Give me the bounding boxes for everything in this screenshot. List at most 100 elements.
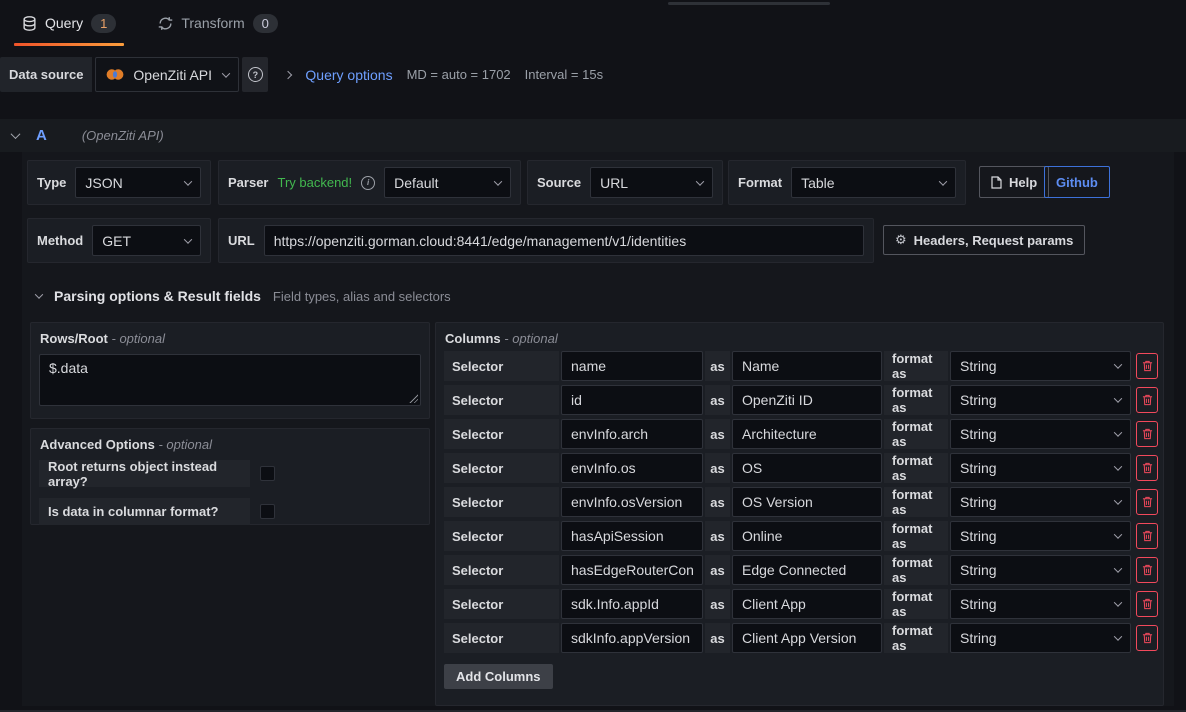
column-alias-input[interactable] — [732, 623, 882, 653]
root-returns-object-label: Root returns object instead array? — [39, 460, 250, 487]
column-alias-input[interactable] — [732, 555, 882, 585]
delete-column-button[interactable] — [1136, 523, 1158, 549]
github-button[interactable]: Github — [1044, 166, 1110, 198]
query-row-header[interactable]: A (OpenZiti API) — [0, 119, 1186, 152]
collapse-query-chevron-icon[interactable] — [11, 129, 21, 139]
transform-icon — [158, 16, 173, 31]
chevron-down-icon — [1114, 462, 1122, 470]
column-format-select[interactable]: String — [950, 589, 1131, 619]
column-format-select[interactable]: String — [950, 521, 1131, 551]
columns-optional: - optional — [504, 331, 557, 346]
column-selector-input[interactable] — [561, 623, 703, 653]
delete-column-button[interactable] — [1136, 421, 1158, 447]
method-select[interactable]: GET — [92, 225, 201, 256]
as-label: as — [705, 521, 730, 551]
columnar-format-label: Is data in columnar format? — [39, 498, 250, 525]
column-selector-input[interactable] — [561, 487, 703, 517]
columns-panel: Columns - optional Selector as format as… — [435, 322, 1164, 706]
selector-label: Selector — [444, 589, 559, 619]
document-icon — [991, 176, 1002, 189]
delete-column-button[interactable] — [1136, 557, 1158, 583]
rows-root-textarea[interactable]: $.data — [39, 354, 421, 406]
database-icon — [22, 16, 37, 31]
parser-field-panel: Parser Try backend! i Default — [218, 160, 521, 205]
selector-label: Selector — [444, 487, 559, 517]
query-count-badge: 1 — [91, 14, 116, 33]
column-selector-input[interactable] — [561, 555, 703, 585]
column-mapping-row: Selector as format as String — [444, 555, 1163, 585]
advanced-option-row: Root returns object instead array? — [39, 460, 421, 487]
column-selector-input[interactable] — [561, 419, 703, 449]
type-select[interactable]: JSON — [75, 167, 201, 198]
panel-resize-handle[interactable] — [668, 2, 830, 5]
format-select[interactable]: Table — [791, 167, 956, 198]
column-format-select[interactable]: String — [950, 623, 1131, 653]
column-format-select[interactable]: String — [950, 487, 1131, 517]
help-button[interactable]: Help — [979, 166, 1049, 198]
column-mapping-row: Selector as format as String — [444, 521, 1163, 551]
parser-select[interactable]: Default — [384, 167, 511, 198]
column-selector-input[interactable] — [561, 453, 703, 483]
columns-label: Columns — [445, 331, 501, 346]
headers-request-params-button[interactable]: ⚙ Headers, Request params — [883, 225, 1085, 255]
trash-icon — [1142, 598, 1153, 610]
selector-label: Selector — [444, 453, 559, 483]
as-label: as — [705, 351, 730, 381]
column-selector-input[interactable] — [561, 589, 703, 619]
parsing-section-header: Parsing options & Result fields Field ty… — [36, 288, 451, 304]
tab-transform[interactable]: Transform 0 — [150, 0, 286, 46]
delete-column-button[interactable] — [1136, 455, 1158, 481]
url-field-panel: URL — [218, 218, 874, 263]
format-as-label: format as — [884, 521, 948, 551]
url-input[interactable] — [264, 225, 864, 256]
selector-label: Selector — [444, 385, 559, 415]
column-alias-input[interactable] — [732, 521, 882, 551]
column-alias-input[interactable] — [732, 453, 882, 483]
column-format-select[interactable]: String — [950, 419, 1131, 449]
type-field-panel: Type JSON — [27, 160, 211, 205]
datasource-picker[interactable]: OpenZiti API — [95, 57, 239, 92]
rows-root-optional: - optional — [112, 331, 165, 346]
delete-column-button[interactable] — [1136, 353, 1158, 379]
delete-column-button[interactable] — [1136, 489, 1158, 515]
column-alias-input[interactable] — [732, 351, 882, 381]
tab-query-label: Query — [45, 15, 83, 31]
query-options-toggle[interactable]: Query options — [305, 67, 392, 83]
delete-column-button[interactable] — [1136, 387, 1158, 413]
tab-transform-label: Transform — [181, 15, 244, 31]
openziti-logo-icon — [105, 67, 125, 82]
column-format-select[interactable]: String — [950, 555, 1131, 585]
type-label: Type — [37, 175, 66, 190]
parsing-section-title: Parsing options & Result fields — [54, 288, 261, 304]
chevron-down-icon — [494, 177, 502, 185]
datasource-help-button[interactable]: ? — [242, 57, 268, 92]
chevron-down-icon — [1114, 564, 1122, 572]
add-columns-button[interactable]: Add Columns — [444, 664, 553, 689]
trash-icon — [1142, 632, 1153, 644]
chevron-down-icon — [184, 177, 192, 185]
trash-icon — [1142, 360, 1153, 372]
column-alias-input[interactable] — [732, 487, 882, 517]
column-format-select[interactable]: String — [950, 385, 1131, 415]
column-alias-input[interactable] — [732, 419, 882, 449]
chevron-down-icon — [939, 177, 947, 185]
column-selector-input[interactable] — [561, 521, 703, 551]
column-selector-input[interactable] — [561, 351, 703, 381]
column-format-select[interactable]: String — [950, 453, 1131, 483]
column-selector-input[interactable] — [561, 385, 703, 415]
as-label: as — [705, 453, 730, 483]
advanced-options-label: Advanced Options — [40, 437, 155, 452]
chevron-down-icon — [184, 235, 192, 243]
chevron-down-icon — [1114, 360, 1122, 368]
root-returns-object-checkbox[interactable] — [260, 466, 275, 481]
column-format-select[interactable]: String — [950, 351, 1131, 381]
as-label: as — [705, 487, 730, 517]
columnar-format-checkbox[interactable] — [260, 504, 275, 519]
source-select[interactable]: URL — [590, 167, 713, 198]
column-alias-input[interactable] — [732, 385, 882, 415]
collapse-section-chevron-icon[interactable] — [35, 290, 43, 298]
tab-query[interactable]: Query 1 — [14, 0, 124, 46]
delete-column-button[interactable] — [1136, 591, 1158, 617]
column-alias-input[interactable] — [732, 589, 882, 619]
delete-column-button[interactable] — [1136, 625, 1158, 651]
